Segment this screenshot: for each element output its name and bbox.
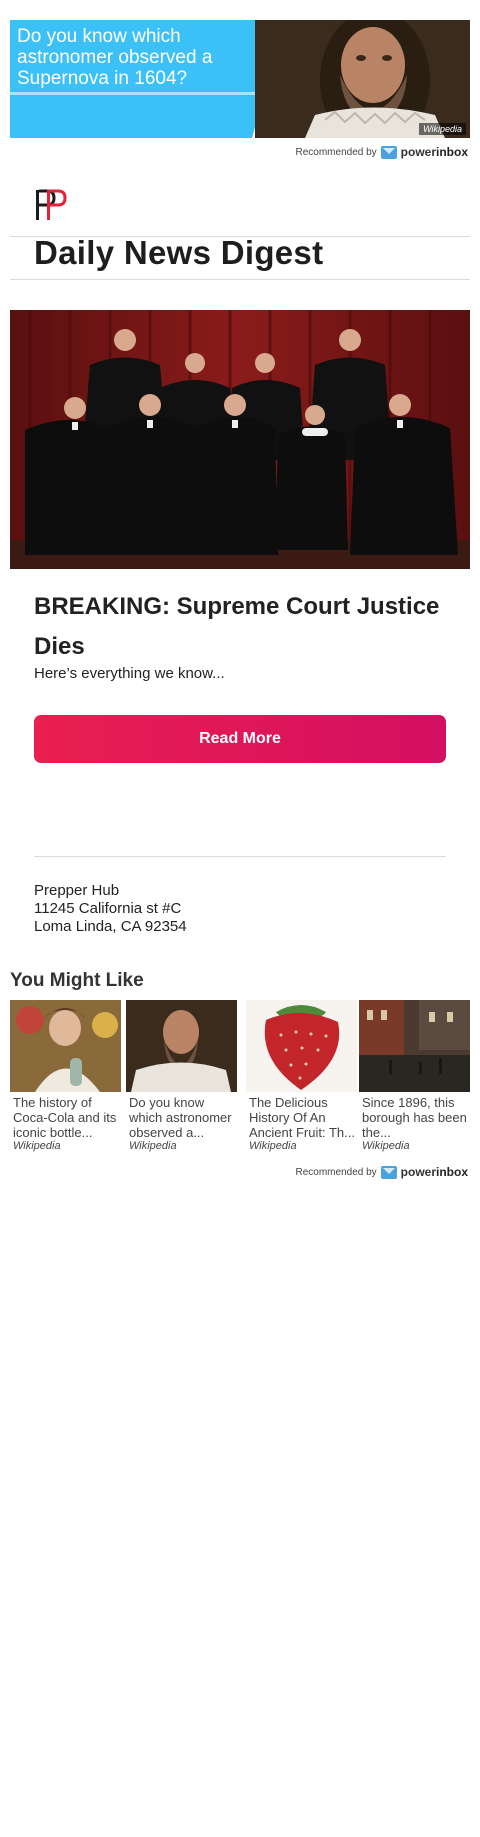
recommendation-card[interactable]: The Delicious History Of An Ancient Frui…: [246, 1000, 357, 1152]
footer-address: Prepper Hub 11245 California st #C Loma …: [34, 882, 187, 936]
recommended-by-bottom[interactable]: Recommended by powerinbox: [296, 1165, 469, 1179]
ad-headline[interactable]: Do you know which astronomer observed a …: [17, 26, 247, 89]
card-title[interactable]: Since 1896, this borough has been the...: [359, 1095, 470, 1140]
ad-portrait-image[interactable]: Wikipedia: [255, 20, 470, 138]
top-promo-ad[interactable]: Do you know which astronomer observed a …: [10, 20, 470, 138]
card-source: Wikipedia: [362, 1140, 410, 1152]
card-thumbnail[interactable]: [126, 1000, 237, 1092]
powerinbox-icon: [380, 1165, 397, 1179]
card-title[interactable]: The Delicious History Of An Ancient Frui…: [246, 1095, 357, 1140]
you-might-like-heading: You Might Like: [10, 970, 144, 991]
article-headline[interactable]: BREAKING: Supreme Court Justice Dies: [34, 587, 454, 667]
ad-image-credit: Wikipedia: [419, 123, 466, 135]
recommendation-card[interactable]: The history of Coca-Cola and its iconic …: [10, 1000, 121, 1152]
read-more-button[interactable]: Read More: [34, 715, 446, 763]
address-name: Prepper Hub: [34, 882, 120, 899]
powerinbox-icon: [380, 145, 397, 159]
address-city: Loma Linda, CA 92354: [34, 918, 187, 935]
recommended-by-top[interactable]: Recommended by powerinbox: [296, 145, 469, 159]
recommendation-card[interactable]: Since 1896, this borough has been the...…: [359, 1000, 470, 1152]
card-source: Wikipedia: [13, 1140, 61, 1152]
hero-image[interactable]: [10, 310, 470, 569]
recommended-label: Recommended by: [295, 146, 377, 158]
address-street: 11245 California st #C: [34, 900, 182, 917]
card-source: Wikipedia: [129, 1140, 177, 1152]
card-thumbnail[interactable]: [10, 1000, 121, 1092]
card-thumbnail[interactable]: [246, 1000, 357, 1092]
card-title[interactable]: Do you know which astronomer observed a.…: [126, 1095, 237, 1140]
card-thumbnail[interactable]: [359, 1000, 470, 1092]
site-title: Daily News Digest: [34, 234, 324, 271]
recommendation-card[interactable]: Do you know which astronomer observed a.…: [126, 1000, 237, 1152]
article-subhead: Here’s everything we know...: [34, 665, 225, 682]
divider: [10, 279, 470, 280]
recommendation-cards: The history of Coca-Cola and its iconic …: [10, 1000, 470, 1160]
site-logo[interactable]: [34, 188, 68, 222]
powerinbox-brand: powerinbox: [400, 1165, 468, 1179]
card-title[interactable]: The history of Coca-Cola and its iconic …: [10, 1095, 121, 1140]
recommended-label: Recommended by: [295, 1166, 377, 1178]
ad-divider: [10, 92, 262, 95]
powerinbox-brand: powerinbox: [400, 145, 468, 159]
card-source: Wikipedia: [249, 1140, 297, 1152]
divider: [34, 856, 446, 857]
